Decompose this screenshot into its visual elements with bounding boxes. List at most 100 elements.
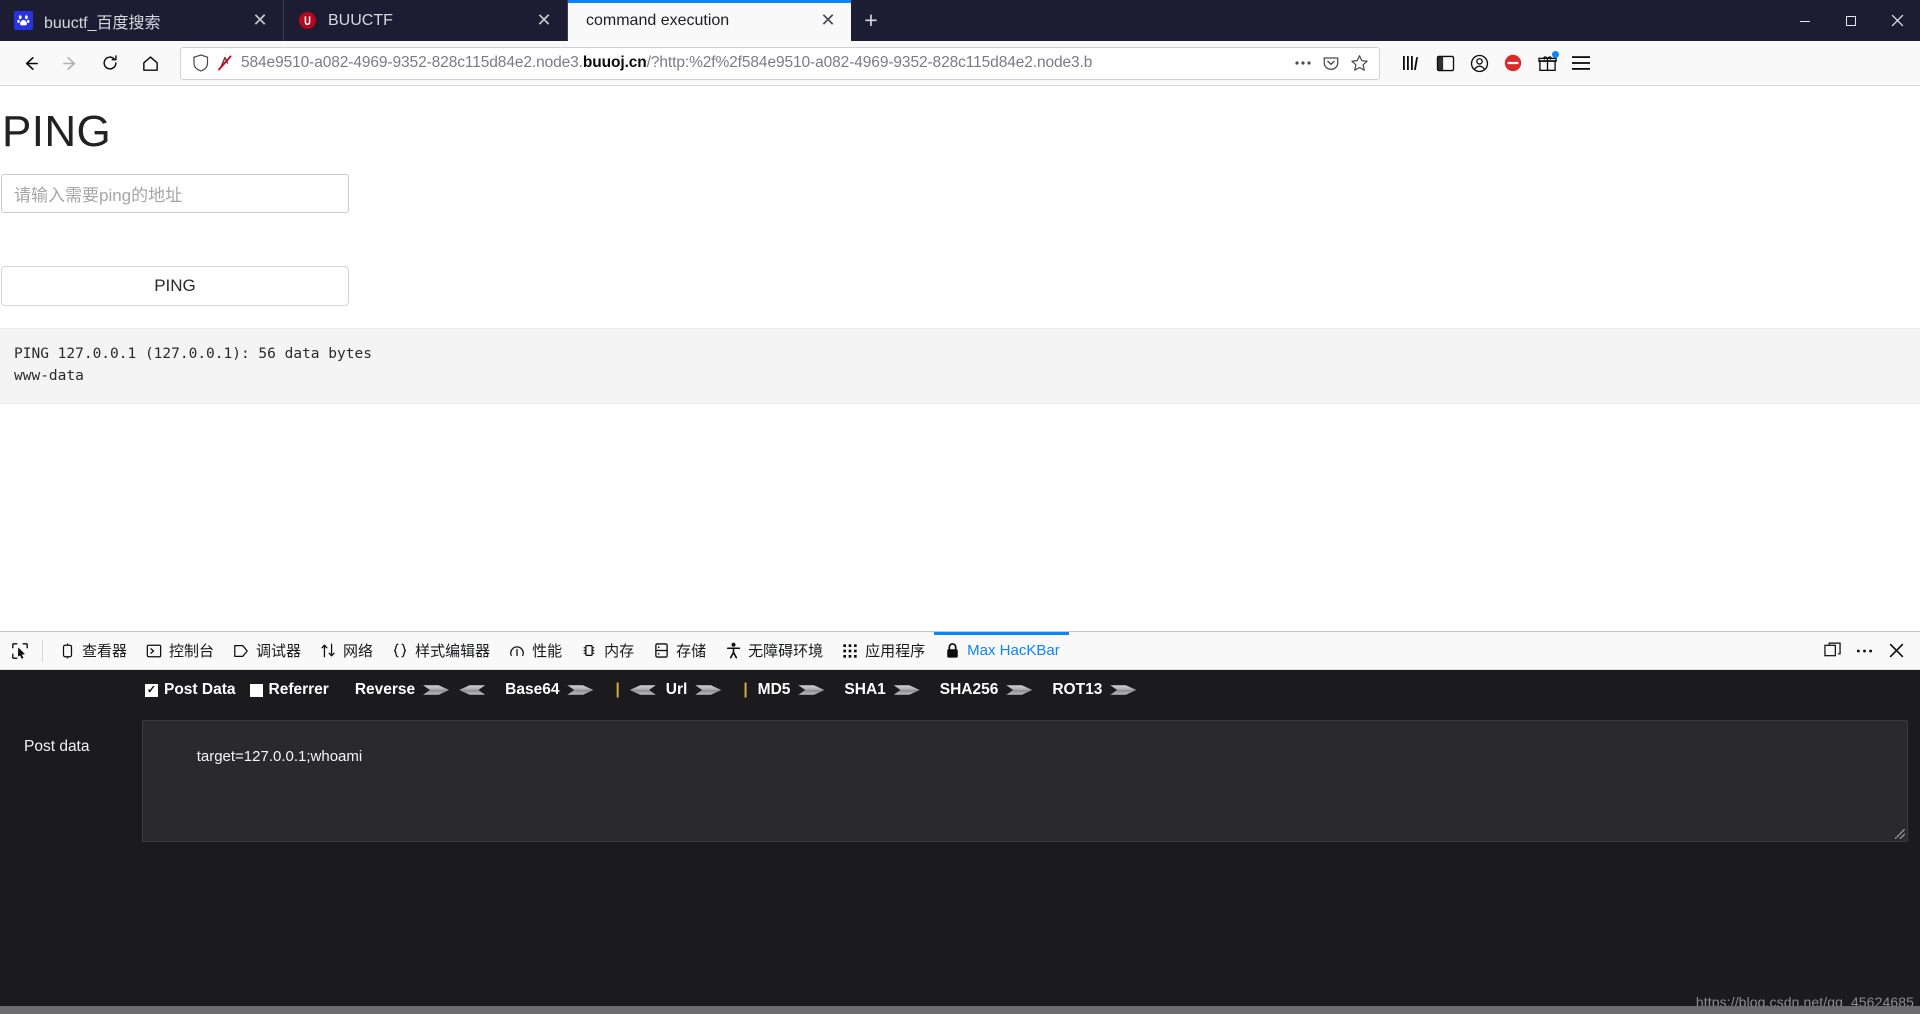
devtools-close-icon[interactable]	[1880, 635, 1912, 667]
reload-button[interactable]	[90, 46, 130, 80]
devtools-tab-memory[interactable]: 内存	[571, 632, 643, 669]
account-icon[interactable]	[1462, 46, 1496, 80]
tab-close-icon[interactable]: ✕	[531, 8, 557, 34]
url-suffix: /?http:%2f%2f584e9510-a082-4969-9352-828…	[646, 54, 1093, 71]
tab-title: command execution	[586, 11, 730, 29]
hackbar-action-reverse: Reverse	[355, 681, 495, 699]
toolbar-separator: |	[615, 681, 620, 698]
hackbar-action-sha1: SHA1	[844, 681, 929, 699]
devtools-tab-accessibility[interactable]: 无障碍环境	[715, 632, 832, 669]
extension-gift-icon[interactable]	[1530, 46, 1564, 80]
action-label: ROT13	[1052, 681, 1103, 698]
ping-address-input[interactable]: 请输入需要ping的地址	[1, 174, 349, 214]
reverse-encode-button[interactable]	[423, 685, 450, 695]
tracker-blocked-icon[interactable]	[213, 51, 237, 75]
devtools-tab-application[interactable]: 应用程序	[832, 632, 934, 669]
devtools-tab-label: 网络	[343, 643, 374, 660]
rot13-encode-button[interactable]	[1110, 685, 1137, 695]
hackbar-body: Post data target=127.0.0.1;whoami	[0, 710, 1920, 992]
url-bar[interactable]: 584e9510-a082-4969-9352-828c115d84e2.nod…	[180, 46, 1380, 80]
ellipsis-icon[interactable]	[1289, 49, 1317, 77]
devtools-menu-icon[interactable]	[1848, 635, 1880, 667]
devtools-tab-network[interactable]: 网络	[310, 632, 382, 669]
lock-icon	[943, 642, 961, 660]
element-picker-icon[interactable]	[4, 635, 36, 667]
browser-tab-buuctf[interactable]: BUUCTF ✕	[284, 0, 568, 41]
post-data-label: Post Data	[164, 681, 236, 698]
url-prefix: 584e9510-a082-4969-9352-828c115d84e2.nod…	[241, 54, 583, 71]
devtools-tab-performance[interactable]: 性能	[499, 632, 571, 669]
application-icon	[841, 642, 859, 660]
home-button[interactable]	[130, 46, 170, 80]
devtools-panel: 查看器 控制台 调试器 网络 样式编辑器 性能 内存 存储 无障碍环境 应用程序…	[0, 631, 1920, 1014]
tab-close-icon[interactable]: ✕	[815, 8, 841, 34]
baidu-icon	[14, 11, 33, 30]
debugger-icon	[232, 642, 250, 660]
browser-tab-command-execution[interactable]: command execution ✕	[568, 0, 851, 41]
hackbar-action-sha256: SHA256	[940, 681, 1043, 699]
devtools-toolbar-right	[1816, 635, 1920, 667]
referrer-label: Referrer	[268, 681, 329, 698]
devtools-tab-storage[interactable]: 存储	[643, 632, 715, 669]
inspector-icon	[58, 642, 76, 660]
style-editor-icon	[391, 642, 409, 660]
star-icon[interactable]	[1345, 49, 1373, 77]
maximize-button[interactable]	[1828, 0, 1874, 41]
post-data-textarea[interactable]: target=127.0.0.1;whoami	[142, 720, 1908, 842]
action-label: Reverse	[354, 681, 416, 698]
ping-output: PING 127.0.0.1 (127.0.0.1): 56 data byte…	[0, 328, 1920, 405]
url-encode-button[interactable]	[695, 685, 722, 695]
post-data-toggle[interactable]: ✓ Post Data	[145, 681, 236, 699]
network-icon	[319, 642, 337, 660]
devtools-tab-label: 查看器	[82, 643, 128, 660]
back-button[interactable]	[10, 46, 50, 80]
devtools-tab-label: 控制台	[169, 643, 215, 660]
post-data-checkbox[interactable]: ✓	[145, 683, 158, 697]
base64-encode-button[interactable]	[567, 685, 594, 695]
menu-hamburger-icon[interactable]	[1564, 46, 1598, 80]
action-label: MD5	[757, 681, 791, 698]
window-bottom-bar	[0, 1006, 1920, 1014]
devtools-tab-inspector[interactable]: 查看器	[49, 632, 136, 669]
action-label: Url	[665, 681, 688, 698]
accessibility-icon	[724, 642, 742, 660]
devtools-tab-max-hackbar[interactable]: Max HacKBar	[934, 632, 1069, 669]
minimize-button[interactable]	[1782, 0, 1828, 41]
tab-strip: buuctf_百度搜索 ✕ BUUCTF ✕ command execution…	[0, 0, 1920, 41]
url-text[interactable]: 584e9510-a082-4969-9352-828c115d84e2.nod…	[237, 54, 1289, 72]
toolbar-separator: |	[743, 681, 748, 698]
library-icon[interactable]	[1394, 46, 1428, 80]
dock-layout-icon[interactable]	[1816, 635, 1848, 667]
devtools-tab-debugger[interactable]: 调试器	[223, 632, 310, 669]
devtools-tab-label: 存储	[676, 643, 707, 660]
console-icon	[145, 642, 163, 660]
adblock-icon[interactable]	[1496, 46, 1530, 80]
ping-submit-button[interactable]: PING	[1, 266, 349, 307]
devtools-tab-label: 调试器	[256, 643, 302, 660]
browser-tab-baidu[interactable]: buuctf_百度搜索 ✕	[0, 0, 284, 41]
extension-badge	[1552, 51, 1559, 58]
tab-close-icon[interactable]: ✕	[247, 8, 273, 34]
action-label: SHA256	[939, 681, 999, 698]
forward-button[interactable]	[50, 46, 90, 80]
shield-icon[interactable]	[189, 51, 213, 75]
devtools-tab-label: 无障碍环境	[748, 643, 824, 660]
devtools-tab-console[interactable]: 控制台	[136, 632, 223, 669]
devtools-tab-style-editor[interactable]: 样式编辑器	[382, 632, 499, 669]
sha1-encode-button[interactable]	[893, 685, 920, 695]
referrer-toggle[interactable]: Referrer	[249, 681, 329, 699]
url-decode-button[interactable]	[629, 685, 656, 695]
hackbar-action-rot13: ROT13	[1052, 681, 1146, 699]
sha256-encode-button[interactable]	[1006, 685, 1033, 695]
navigation-toolbar: 584e9510-a082-4969-9352-828c115d84e2.nod…	[0, 41, 1920, 86]
referrer-checkbox[interactable]	[249, 683, 263, 697]
reverse-decode-button[interactable]	[459, 685, 486, 695]
hackbar-action-md5: MD5	[758, 681, 835, 699]
tab-title: buuctf_百度搜索	[44, 14, 161, 32]
new-tab-button[interactable]: +	[851, 0, 891, 41]
sidebar-icon[interactable]	[1428, 46, 1462, 80]
md5-encode-button[interactable]	[798, 685, 825, 695]
textarea-resize-handle[interactable]	[1895, 829, 1905, 839]
pocket-icon[interactable]	[1317, 49, 1345, 77]
close-window-button[interactable]	[1874, 0, 1920, 41]
